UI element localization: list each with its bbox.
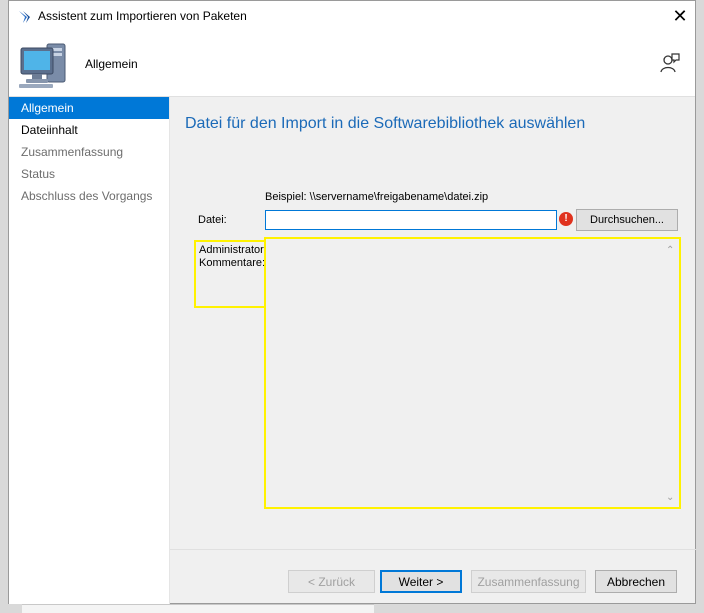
footer-divider xyxy=(170,549,696,550)
close-button[interactable]: ✕ xyxy=(665,1,695,32)
browse-button[interactable]: Durchsuchen... xyxy=(576,209,678,231)
background-window-edge xyxy=(22,604,374,613)
error-icon: ! xyxy=(559,212,573,226)
computer-icon xyxy=(19,43,66,88)
file-path-input[interactable] xyxy=(265,210,557,230)
cancel-button[interactable]: Abbrechen xyxy=(595,570,677,593)
wizard-header: Allgemein xyxy=(9,32,695,97)
file-label: Datei: xyxy=(198,214,227,226)
page-title: Datei für den Import in die Softwarebibl… xyxy=(185,115,586,132)
user-help-icon[interactable] xyxy=(659,52,681,74)
title-bar: Assistent zum Importieren von Paketen ✕ xyxy=(9,1,695,32)
summary-button[interactable]: Zusammenfassung xyxy=(471,570,586,593)
nav-item-dateiinhalt[interactable]: Dateiinhalt xyxy=(9,119,169,141)
wizard-content: Datei für den Import in die Softwarebibl… xyxy=(170,97,696,604)
nav-item-allgemein[interactable]: Allgemein xyxy=(9,97,169,119)
next-button[interactable]: Weiter > xyxy=(380,570,462,593)
wizard-nav: Allgemein Dateiinhalt Zusammenfassung St… xyxy=(9,97,170,604)
nav-item-abschluss[interactable]: Abschluss des Vorgangs xyxy=(9,185,169,207)
close-icon: ✕ xyxy=(672,6,688,26)
nav-item-zusammenfassung[interactable]: Zusammenfassung xyxy=(9,141,169,163)
scroll-up-icon[interactable]: ⌃ xyxy=(666,245,674,256)
wizard-window: Assistent zum Importieren von Paketen ✕ … xyxy=(8,0,696,604)
nav-item-status[interactable]: Status xyxy=(9,163,169,185)
admin-comments-textarea[interactable] xyxy=(264,237,681,509)
back-button[interactable]: < Zurück xyxy=(288,570,375,593)
window-title: Assistent zum Importieren von Paketen xyxy=(38,9,247,23)
scroll-down-icon[interactable]: ⌄ xyxy=(666,492,674,503)
example-path-text: Beispiel: \\servername\freigabename\date… xyxy=(265,191,489,203)
package-arrow-icon xyxy=(19,11,30,23)
admin-comments-label: Administrator-Kommentare: xyxy=(194,240,270,308)
header-title: Allgemein xyxy=(85,57,138,71)
